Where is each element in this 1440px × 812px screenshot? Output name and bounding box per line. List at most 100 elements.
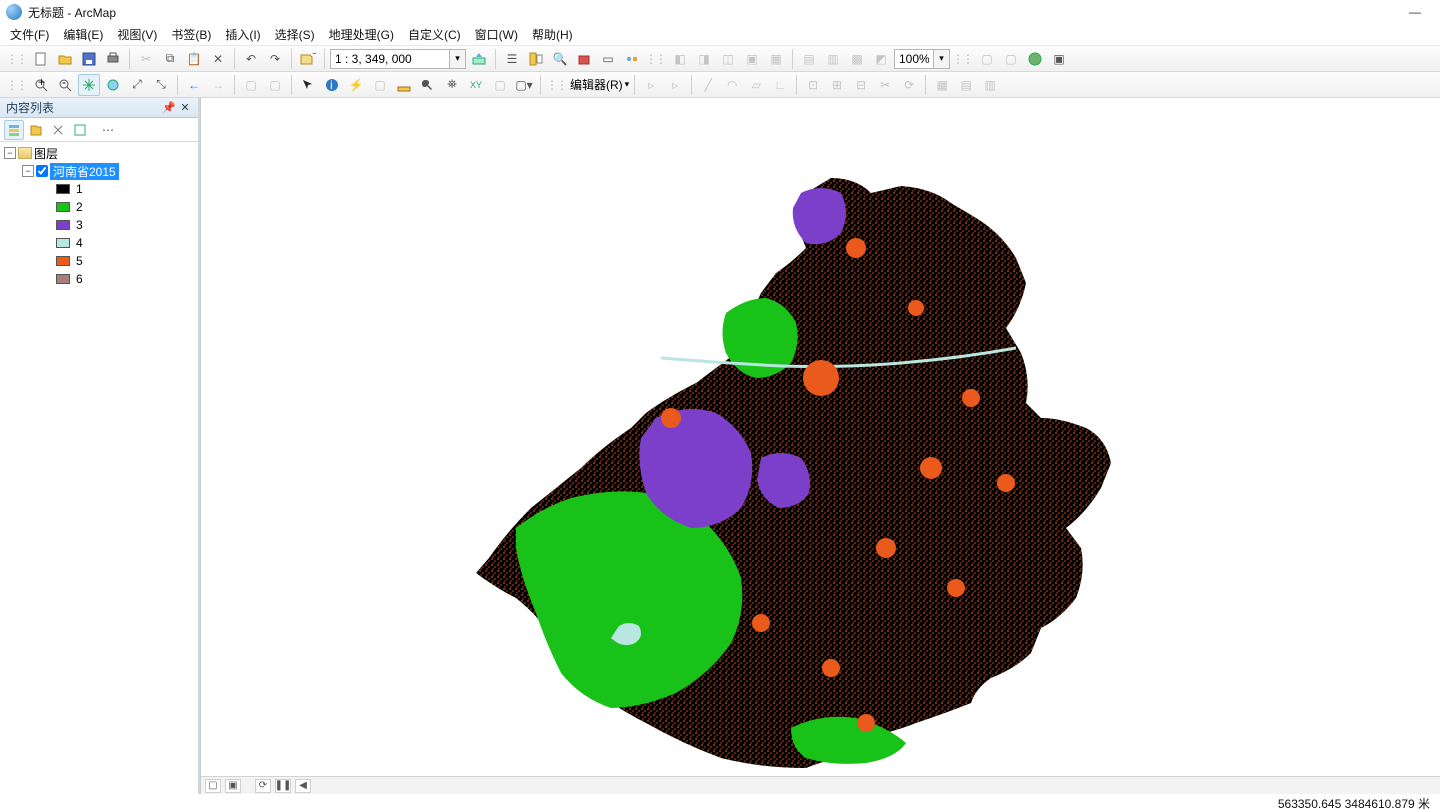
legend-row[interactable]: 2 [56,198,194,216]
legend-row[interactable]: 1 [56,180,194,198]
menu-bookmark[interactable]: 书签(B) [171,26,211,43]
legend-row[interactable]: 6 [56,270,194,288]
toolbar-grip[interactable]: ⋮⋮ [6,52,26,66]
legend-row[interactable]: 4 [56,234,194,252]
split-button[interactable]: ✂ [874,74,896,96]
reshape-button[interactable]: ⊞ [826,74,848,96]
layout-button3[interactable] [1024,48,1046,70]
fixed-zoomin-button[interactable]: ⤢ [126,74,148,96]
back-button[interactable]: ← [183,74,205,96]
rotate-button[interactable]: ⟳ [898,74,920,96]
delete-button[interactable]: ✕ [207,48,229,70]
redo-button[interactable]: ↷ [264,48,286,70]
toc-root[interactable]: − 图层 [4,144,194,162]
scale-input[interactable] [330,49,450,69]
arc-segment-button[interactable]: ◠ [721,74,743,96]
trace-button[interactable]: ▱ [745,74,767,96]
toolbar-grip[interactable]: ⋮⋮ [952,52,972,66]
georef-button8[interactable]: ▩ [846,48,868,70]
toc-toggle-button[interactable]: ☰ [501,48,523,70]
map-canvas[interactable] [201,98,1440,776]
zoom-input[interactable] [894,49,934,69]
cut-button[interactable]: ✂ [135,48,157,70]
create-features-button[interactable]: ▥ [979,74,1001,96]
scroll-left-button[interactable]: ◀ [295,779,311,793]
refresh-button[interactable]: ⟳ [255,779,271,793]
layout-button4[interactable]: ▣ [1048,48,1070,70]
goto-xy-button[interactable]: XY [465,74,487,96]
toc-tab-source[interactable] [26,120,46,140]
pan-button[interactable] [78,74,100,96]
toc-pin-button[interactable]: 📌 [162,101,176,115]
data-view-tab[interactable]: ▢ [205,779,221,793]
menu-file[interactable]: 文件(F) [10,26,49,43]
toolbar-grip[interactable]: ⋮⋮ [546,78,566,92]
georef-button[interactable]: ◧ [669,48,691,70]
collapse-icon[interactable]: − [22,165,34,177]
georef-button2[interactable]: ◨ [693,48,715,70]
georef-button3[interactable]: ◫ [717,48,739,70]
undo-button[interactable]: ↶ [240,48,262,70]
open-button[interactable] [54,48,76,70]
python-button[interactable]: ▭ [597,48,619,70]
edit-tool-button[interactable]: ▹ [640,74,662,96]
layout-view-tab[interactable]: ▣ [225,779,241,793]
hyperlink-button[interactable]: ⚡ [345,74,367,96]
identify-button[interactable]: i [321,74,343,96]
modelbuilder-button[interactable] [621,48,643,70]
layout-button1[interactable]: ▢ [976,48,998,70]
clear-selection-button[interactable]: ▢ [264,74,286,96]
menu-geoprocess[interactable]: 地理处理(G) [329,26,394,43]
forward-button[interactable]: → [207,74,229,96]
straight-segment-button[interactable]: ╱ [697,74,719,96]
attributes-button[interactable]: ▦ [931,74,953,96]
sketch-properties-button[interactable]: ▤ [955,74,977,96]
fixed-zoomout-button[interactable]: ⤡ [150,74,172,96]
menu-help[interactable]: 帮助(H) [532,26,573,43]
toc-tab-selection[interactable] [70,120,90,140]
editor-toolbar-button[interactable] [468,48,490,70]
measure-button[interactable] [393,74,415,96]
zoomin-button[interactable]: + [30,74,52,96]
new-button[interactable] [30,48,52,70]
menu-view[interactable]: 视图(V) [117,26,157,43]
fullextent-button[interactable] [102,74,124,96]
zoomout-button[interactable]: - [54,74,76,96]
save-button[interactable] [78,48,100,70]
arctoolbox-button[interactable] [573,48,595,70]
georef-button5[interactable]: ▦ [765,48,787,70]
minimize-button[interactable]: — [1396,1,1434,23]
catalog-button[interactable] [525,48,547,70]
menu-window[interactable]: 窗口(W) [475,26,518,43]
pause-drawing-button[interactable]: ❚❚ [275,779,291,793]
toolbar-grip[interactable]: ⋮⋮ [645,52,665,66]
editor-menu[interactable]: 编辑器(R) [570,76,623,93]
find-button[interactable] [417,74,439,96]
cut-polygon-button[interactable]: ⊟ [850,74,872,96]
time-slider-button[interactable]: ▢ [489,74,511,96]
layer-visibility-checkbox[interactable] [36,165,48,177]
paste-button[interactable]: 📋 [183,48,205,70]
georef-button4[interactable]: ▣ [741,48,763,70]
georef-button7[interactable]: ▥ [822,48,844,70]
toc-layer-label[interactable]: 河南省2015 [50,163,119,180]
georef-button6[interactable]: ▤ [798,48,820,70]
toc-tab-drawing-order[interactable] [4,120,24,140]
legend-row[interactable]: 5 [56,252,194,270]
select-features-button[interactable]: ▢ [240,74,262,96]
menu-edit[interactable]: 编辑(E) [63,26,103,43]
editor-dropdown-arrow[interactable]: ▾ [625,79,630,90]
copy-button[interactable]: ⧉ [159,48,181,70]
find-route-button[interactable]: ⛯ [441,74,463,96]
legend-row[interactable]: 3 [56,216,194,234]
scale-dropdown[interactable]: ▾ [450,49,466,69]
menu-select[interactable]: 选择(S) [275,26,315,43]
edit-vertices-button[interactable]: ⊡ [802,74,824,96]
toc-close-button[interactable]: ✕ [178,101,192,115]
menu-insert[interactable]: 插入(I) [225,26,260,43]
scale-combo[interactable]: ▾ [330,49,466,69]
search-button[interactable]: 🔍 [549,48,571,70]
zoom-combo[interactable]: ▾ [894,49,950,69]
menu-customize[interactable]: 自定义(C) [408,26,461,43]
layout-button2[interactable]: ▢ [1000,48,1022,70]
